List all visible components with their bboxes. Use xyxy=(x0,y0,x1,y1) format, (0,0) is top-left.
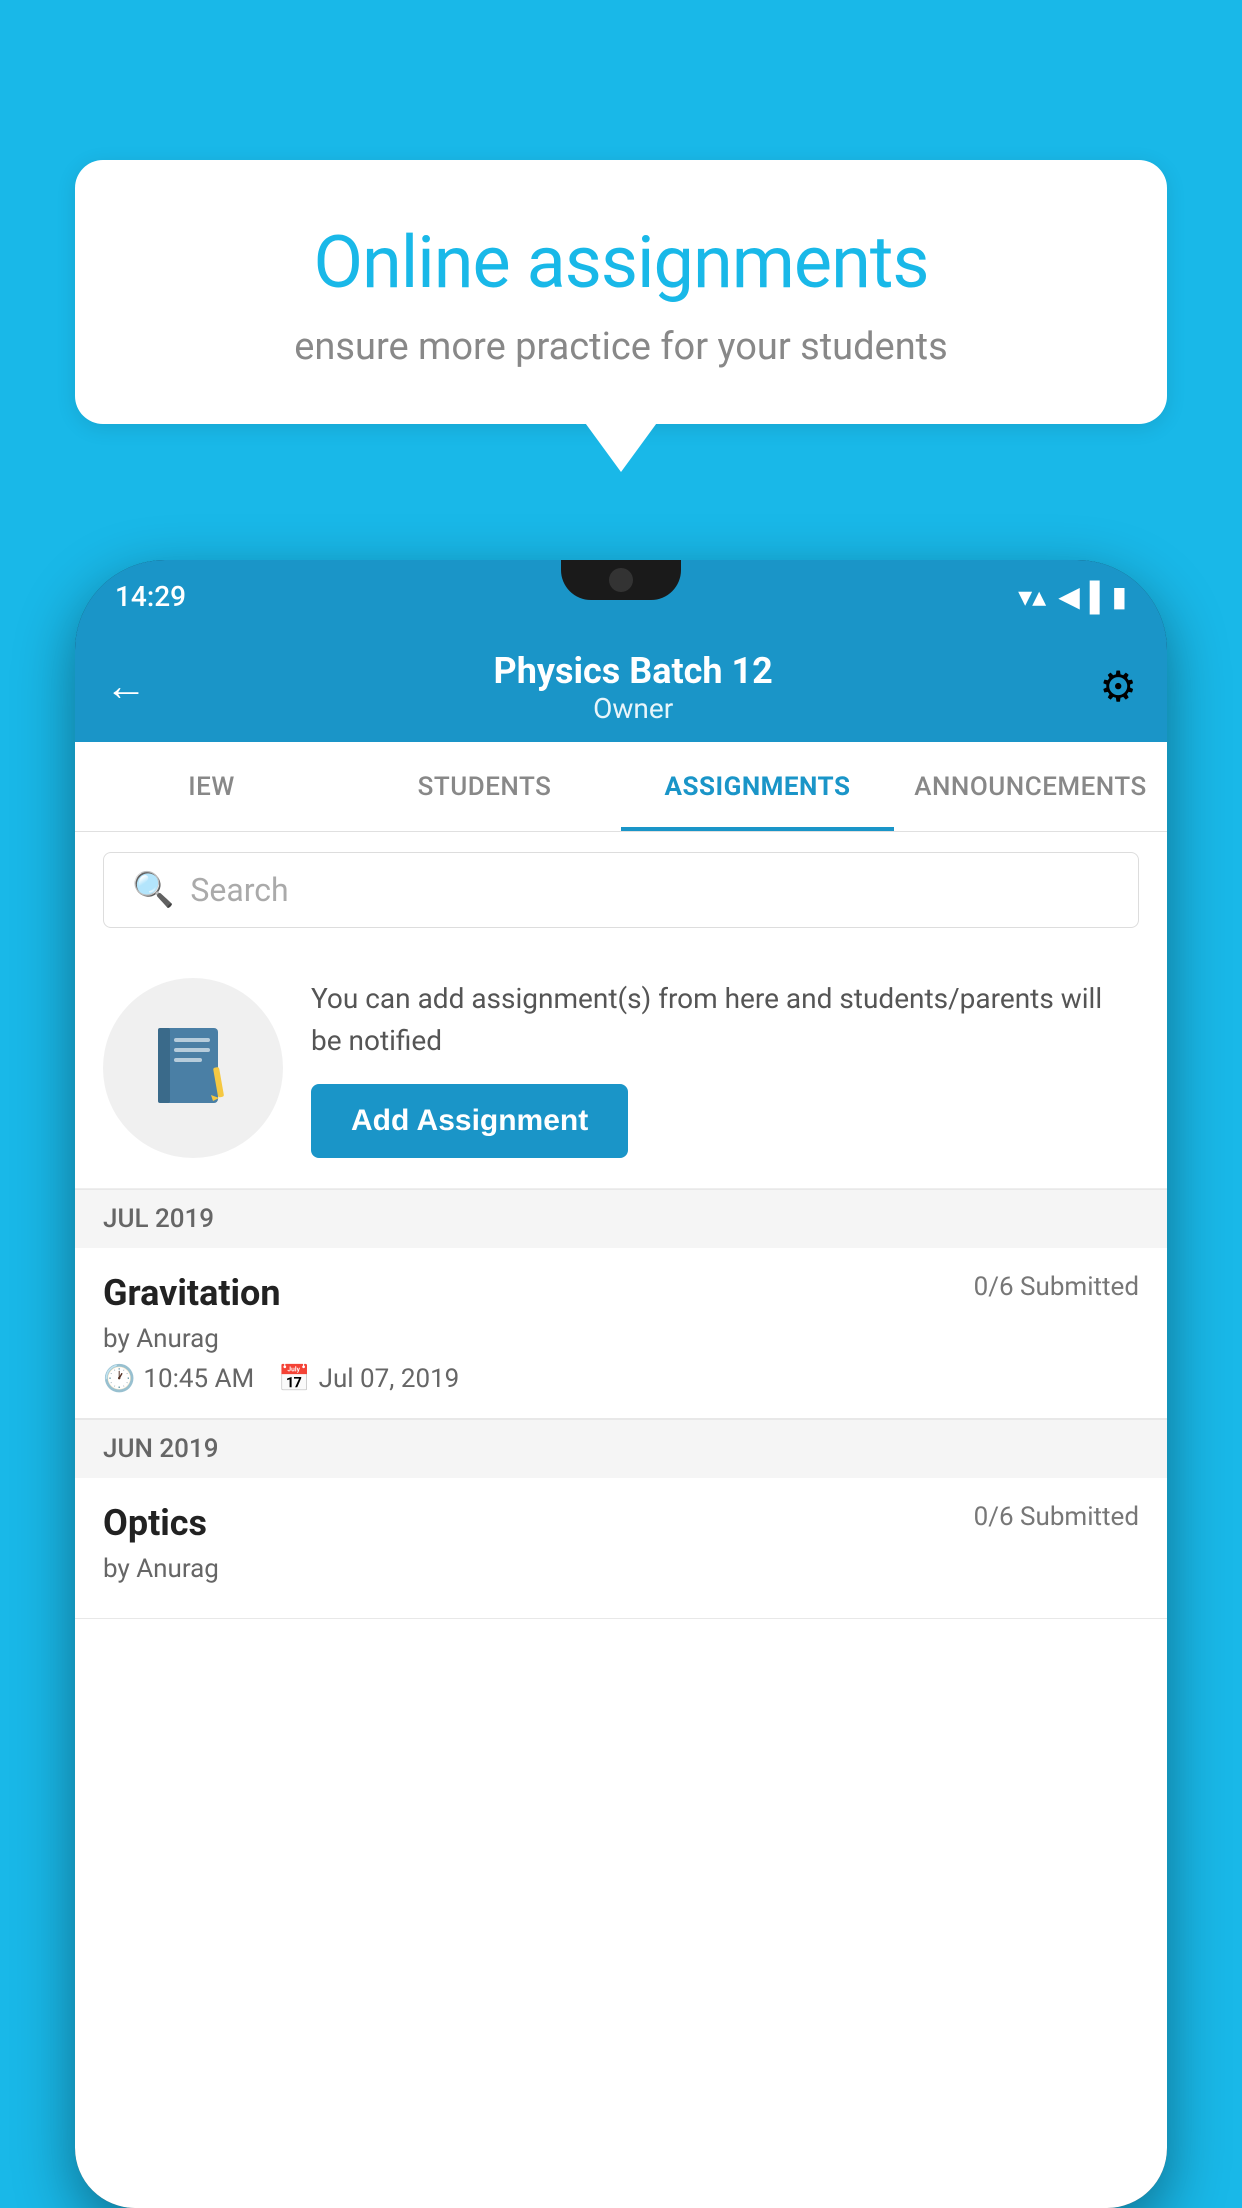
speech-bubble-container: Online assignments ensure more practice … xyxy=(75,160,1167,424)
batch-title: Physics Batch 12 xyxy=(167,650,1099,692)
back-button[interactable]: ← xyxy=(105,666,147,708)
tabs-bar: IEW STUDENTS ASSIGNMENTS ANNOUNCEMENTS xyxy=(75,742,1167,832)
screen-content: 🔍 Search You can add assignment(s) from … xyxy=(75,832,1167,2208)
assignment-by-gravitation: by Anurag xyxy=(103,1324,1139,1354)
assignment-meta-gravitation: 🕐 10:45 AM 📅 Jul 07, 2019 xyxy=(103,1364,1139,1394)
assignment-submitted-gravitation: 0/6 Submitted xyxy=(974,1272,1139,1302)
notch xyxy=(561,560,681,600)
camera-notch xyxy=(609,568,633,592)
speech-bubble: Online assignments ensure more practice … xyxy=(75,160,1167,424)
signal-icon: ◀▐ xyxy=(1058,580,1099,613)
settings-icon[interactable]: ⚙ xyxy=(1099,662,1137,712)
bubble-subtitle: ensure more practice for your students xyxy=(145,325,1097,369)
promo-text-area: You can add assignment(s) from here and … xyxy=(311,978,1139,1158)
promo-section: You can add assignment(s) from here and … xyxy=(75,948,1167,1189)
assignment-time-gravitation: 🕐 10:45 AM xyxy=(103,1364,254,1394)
search-bar-container: 🔍 Search xyxy=(75,832,1167,948)
assignment-header-gravitation: Gravitation 0/6 Submitted xyxy=(103,1272,1139,1314)
promo-icon-circle xyxy=(103,978,283,1158)
assignment-name-gravitation: Gravitation xyxy=(103,1272,281,1314)
tab-students[interactable]: STUDENTS xyxy=(348,742,621,831)
status-time: 14:29 xyxy=(115,580,186,613)
section-header-jul: JUL 2019 xyxy=(75,1189,1167,1248)
notebook-icon xyxy=(148,1023,238,1113)
assignment-submitted-optics: 0/6 Submitted xyxy=(974,1502,1139,1532)
status-icons: ▾▴ ◀▐ ▮ xyxy=(1018,580,1127,613)
search-bar[interactable]: 🔍 Search xyxy=(103,852,1139,928)
search-placeholder: Search xyxy=(190,871,288,909)
clock-icon: 🕐 xyxy=(103,1364,135,1394)
assignment-name-optics: Optics xyxy=(103,1502,207,1544)
phone-frame: 14:29 ▾▴ ◀▐ ▮ ← Physics Batch 12 Owner ⚙… xyxy=(75,560,1167,2208)
batch-subtitle: Owner xyxy=(167,692,1099,725)
tab-announcements[interactable]: ANNOUNCEMENTS xyxy=(894,742,1167,831)
add-assignment-button[interactable]: Add Assignment xyxy=(311,1084,628,1158)
section-header-jun: JUN 2019 xyxy=(75,1419,1167,1478)
app-bar: ← Physics Batch 12 Owner ⚙ xyxy=(75,632,1167,742)
battery-icon: ▮ xyxy=(1112,580,1127,613)
app-bar-title-area: Physics Batch 12 Owner xyxy=(167,650,1099,725)
tab-assignments[interactable]: ASSIGNMENTS xyxy=(621,742,894,831)
assignment-header-optics: Optics 0/6 Submitted xyxy=(103,1502,1139,1544)
wifi-icon: ▾▴ xyxy=(1018,580,1046,613)
assignment-item-optics[interactable]: Optics 0/6 Submitted by Anurag xyxy=(75,1478,1167,1619)
calendar-icon: 📅 xyxy=(278,1364,310,1394)
assignment-item-gravitation[interactable]: Gravitation 0/6 Submitted by Anurag 🕐 10… xyxy=(75,1248,1167,1419)
assignment-by-optics: by Anurag xyxy=(103,1554,1139,1584)
search-icon: 🔍 xyxy=(132,870,174,910)
promo-description: You can add assignment(s) from here and … xyxy=(311,978,1139,1062)
assignment-date-gravitation: 📅 Jul 07, 2019 xyxy=(278,1364,459,1394)
tab-iew[interactable]: IEW xyxy=(75,742,348,831)
bubble-title: Online assignments xyxy=(145,220,1097,305)
